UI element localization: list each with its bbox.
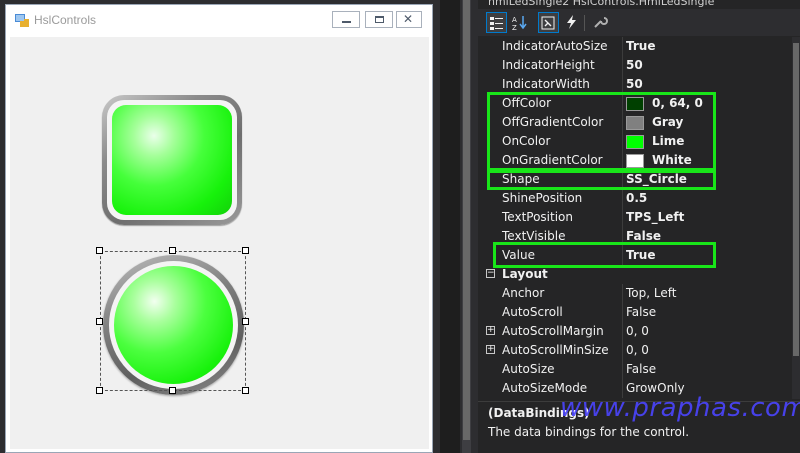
properties-panel: hmiLedSingle2 HslControls.HmiLedSingle A… [478,0,800,453]
property-row[interactable]: TextPosition TPS_Left [478,208,792,227]
property-row[interactable]: IndicatorHeight 50 [478,56,792,75]
property-name: TextPosition [502,210,573,224]
close-icon: ✕ [403,12,414,26]
properties-button[interactable] [538,12,559,33]
resize-handle-sw[interactable] [96,387,103,394]
resize-handle-n[interactable] [169,247,176,254]
property-value[interactable]: 0.5 [626,191,647,205]
column-divider [622,360,623,379]
property-value[interactable]: TPS_Left [626,210,684,224]
led-square[interactable] [102,95,242,225]
minimize-button[interactable] [332,11,360,28]
alphabetical-button[interactable]: A Z [510,12,531,33]
toolbar-separator [584,15,585,31]
property-name: AutoSize [502,362,555,376]
column-divider [622,56,623,75]
category-name: Layout [502,267,548,281]
property-name: IndicatorAutoSize [502,39,608,53]
property-name: Anchor [502,286,545,300]
resize-handle-ne[interactable] [242,247,249,254]
properties-icon [541,16,555,30]
column-divider [622,284,623,303]
lightning-icon [567,15,576,29]
column-divider [622,37,623,56]
collapse-icon[interactable]: − [486,269,495,278]
property-row[interactable]: + AutoScrollMinSize 0, 0 [478,341,792,360]
alphabetical-icon: A Z [512,16,527,31]
description-text: The data bindings for the control. [488,425,690,439]
column-divider [622,322,623,341]
property-value[interactable]: False [626,305,656,319]
column-divider [622,341,623,360]
expand-icon[interactable]: + [486,326,495,335]
property-value[interactable]: Top, Left [626,286,676,300]
expand-icon[interactable]: + [486,345,495,354]
property-value[interactable]: False [626,362,656,376]
categorized-button[interactable] [486,12,507,33]
properties-object-name: hmiLedSingle2 HslControls.HmiLedSingle [488,0,715,8]
properties-object-selector[interactable]: hmiLedSingle2 HslControls.HmiLedSingle [478,0,800,9]
properties-scrollbar-thumb[interactable] [793,43,799,356]
close-button[interactable]: ✕ [396,11,422,28]
designer-surface: HslControls ✕ [0,0,440,453]
property-name: AutoScroll [502,305,563,319]
watermark: www.praphas.com [560,393,800,423]
property-value[interactable]: 50 [626,77,643,91]
property-value[interactable]: False [626,229,661,243]
minimize-icon [342,21,351,23]
form-titlebar[interactable]: HslControls ✕ [6,5,432,37]
property-value[interactable]: 0, 0 [626,343,649,357]
form-window: HslControls ✕ [5,4,433,453]
form-icon [15,14,29,27]
resize-handle-s[interactable] [169,387,176,394]
form-client-area [10,37,429,449]
property-name: IndicatorWidth [502,77,590,91]
property-row[interactable]: AutoSize False [478,360,792,379]
svg-text:Z: Z [512,24,517,31]
panel-splitter[interactable] [440,0,460,453]
events-button[interactable] [562,12,583,33]
property-row[interactable]: Anchor Top, Left [478,284,792,303]
property-row[interactable]: IndicatorAutoSize True [478,37,792,56]
column-divider [622,303,623,322]
properties-toolbar: A Z [478,9,800,36]
property-row[interactable]: + AutoScrollMargin 0, 0 [478,322,792,341]
property-name: IndicatorHeight [502,58,595,72]
wrench-icon [594,17,608,28]
column-divider [622,189,623,208]
resize-handle-se[interactable] [242,387,249,394]
highlight-value-property [493,242,716,268]
property-row[interactable]: AutoScroll False [478,303,792,322]
property-value[interactable]: True [626,39,655,53]
property-row[interactable]: ShinePosition 0.5 [478,189,792,208]
resize-handle-w[interactable] [96,318,103,325]
property-name: AutoScrollMinSize [502,343,609,357]
highlight-color-properties [487,92,716,171]
property-name: AutoScrollMargin [502,324,604,338]
designer-scrollbar-thumb[interactable] [463,0,470,440]
property-value[interactable]: 0, 0 [626,324,649,338]
form-title: HslControls [34,13,97,27]
property-name: ShinePosition [502,191,583,205]
column-divider [622,208,623,227]
categorized-icon [490,17,503,30]
led-square-lamp [112,105,232,215]
maximize-button[interactable] [365,11,393,28]
property-pages-button[interactable] [591,12,612,33]
property-value[interactable]: 50 [626,58,643,72]
highlight-shape-property [487,170,716,190]
property-name: TextVisible [502,229,566,243]
svg-text:A: A [512,16,517,24]
maximize-icon [375,16,384,23]
resize-handle-e[interactable] [242,318,249,325]
selection-bounds [100,251,246,391]
resize-handle-nw[interactable] [96,247,103,254]
